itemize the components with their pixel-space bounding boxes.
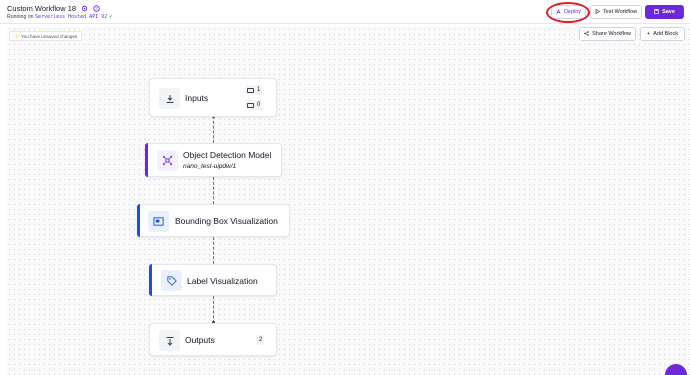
warning-icon: ⓘ [14, 33, 20, 40]
image-icon [247, 87, 254, 93]
node-label: Label Visualization [187, 276, 258, 286]
svg-text:?: ? [95, 6, 98, 11]
share-workflow-button[interactable]: Share Workflow [579, 27, 636, 41]
deploy-button[interactable]: Deploy [551, 5, 586, 19]
workflow-title: Custom Workflow 18 [7, 4, 77, 13]
plus-icon: + [647, 31, 651, 37]
server-name: Serverless Hosted API V2 [35, 14, 108, 20]
node-label: Bounding Box Visualization [175, 216, 278, 226]
unsaved-text: You have unsaved changes [21, 33, 78, 39]
node-inputs[interactable]: Inputs 1 0 [149, 78, 277, 117]
node-bounding-box-visualization[interactable]: Bounding Box Visualization [137, 204, 290, 237]
tag-icon [161, 270, 182, 291]
edge-inputs-detection [213, 116, 214, 143]
play-icon [595, 8, 601, 16]
unsaved-changes-notice: ⓘ You have unsaved changes [9, 31, 83, 41]
check-icon: ✓ [108, 14, 114, 20]
node-outputs[interactable]: Outputs 2 [149, 323, 277, 356]
share-workflow-label: Share Workflow [592, 31, 631, 37]
question-icon[interactable]: ? [92, 5, 100, 13]
title-row: Custom Workflow 18 ? [7, 4, 100, 13]
save-label: Save [662, 9, 675, 15]
share-icon [584, 30, 589, 38]
runtime-subtitle: Running on Serverless Hosted API V2 ✓ [7, 14, 113, 20]
node-accent-bar [145, 143, 148, 177]
edge-label-outputs [213, 296, 214, 323]
node-label: Object Detection Model [183, 150, 272, 160]
node-object-detection[interactable]: Object Detection Model nano_test-uipdw/1 [145, 143, 282, 177]
model-id: nano_test-uipdw/1 [183, 163, 237, 170]
node-label: Outputs [185, 335, 215, 345]
node-label: Inputs [185, 93, 209, 103]
download-icon [159, 88, 180, 109]
output-count-badge: 2 [257, 335, 265, 345]
test-workflow-label: Test Workflow [602, 9, 638, 15]
gear-icon[interactable] [80, 5, 88, 13]
output-count: 2 [259, 337, 263, 343]
parameter-input-count: 0 [245, 100, 263, 110]
image-icon [148, 211, 169, 232]
add-block-button[interactable]: + Add Block [640, 27, 685, 41]
save-icon [654, 8, 659, 16]
node-accent-bar [137, 204, 140, 237]
node-label-visualization[interactable]: Label Visualization [149, 264, 277, 296]
upload-icon [159, 330, 180, 351]
edge-bbox-label [213, 237, 214, 264]
deploy-label: Deploy [563, 9, 582, 15]
top-bar: Custom Workflow 18 ? Running on Serverle… [0, 0, 690, 24]
edge-detection-bbox [213, 177, 214, 204]
add-block-label: Add Block [653, 31, 678, 37]
workflow-canvas[interactable] [7, 27, 690, 375]
test-workflow-button[interactable]: Test Workflow [590, 5, 642, 19]
save-button[interactable]: Save [645, 5, 684, 19]
image-count: 1 [257, 87, 261, 93]
image-input-count: 1 [245, 85, 263, 95]
network-icon [157, 150, 178, 171]
parameter-icon [247, 102, 254, 108]
param-count: 0 [257, 102, 261, 108]
rocket-icon [556, 8, 561, 16]
node-accent-bar [149, 264, 152, 296]
subtitle-prefix: Running on [7, 14, 34, 20]
